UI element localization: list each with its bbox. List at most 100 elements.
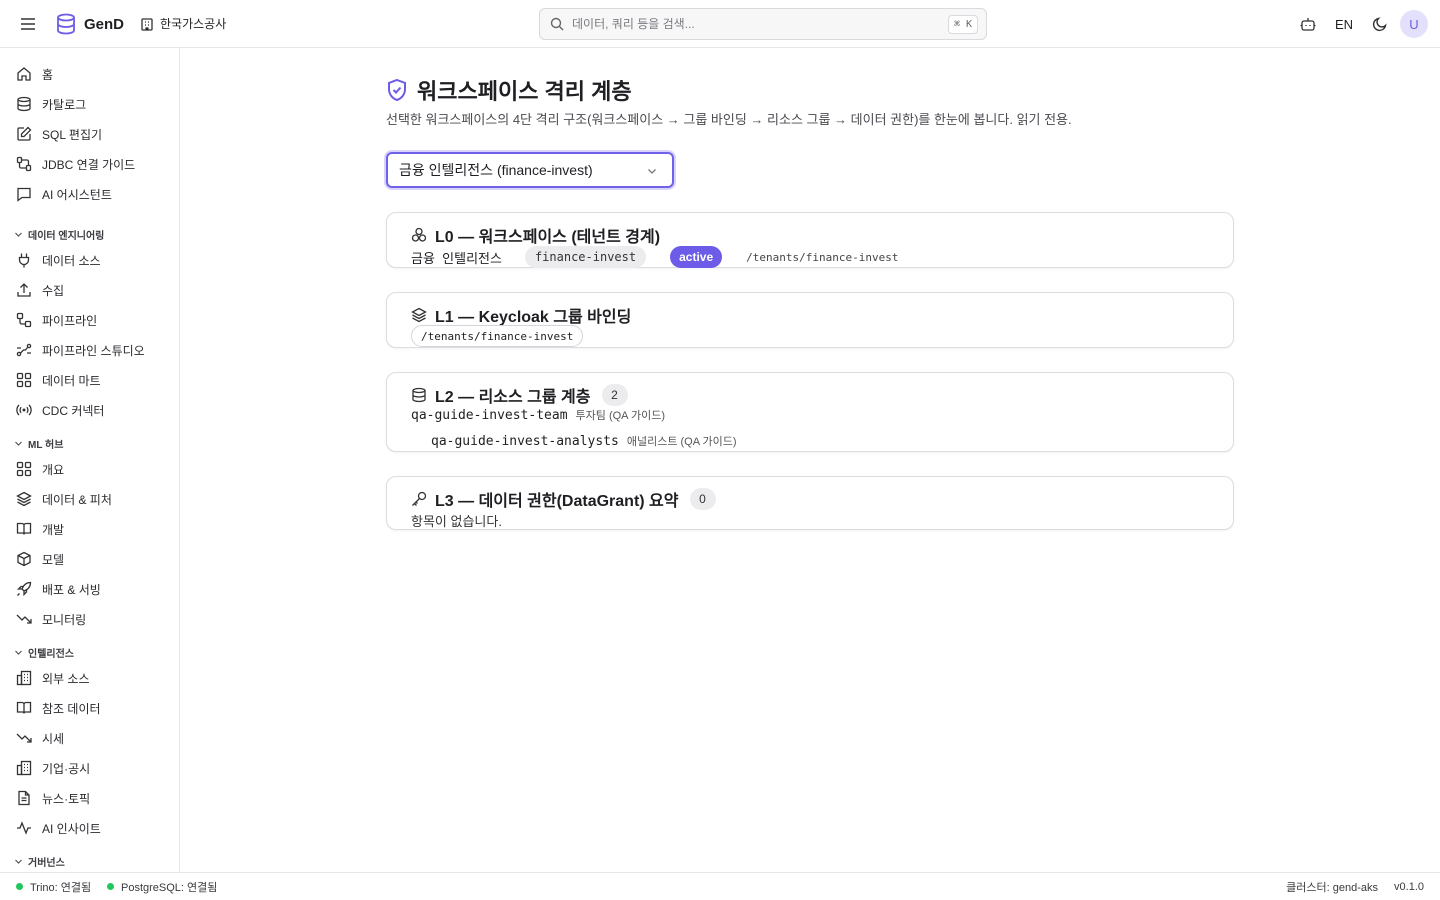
sidebar-item-label: 데이터 마트: [42, 373, 101, 388]
sidebar-item-data-source[interactable]: 데이터 소스: [16, 248, 101, 272]
building-icon: [16, 670, 32, 686]
sidebar-item-jdbc-guide[interactable]: JDBC 연결 가이드: [16, 152, 135, 176]
menu-icon[interactable]: [17, 14, 39, 34]
upload-icon: [17, 283, 31, 297]
sidebar-item-external-source[interactable]: 외부 소스: [16, 666, 90, 690]
section-title: 데이터 엔지니어링: [28, 231, 105, 242]
sidebar-item-overview[interactable]: 개요: [16, 457, 64, 481]
sidebar-item-label: 데이터 & 피처: [42, 492, 112, 507]
shield-check-icon: [388, 78, 406, 102]
chevron-down-icon: [648, 169, 656, 174]
list-item: qa-guide-invest-analysts 애널리스트 (QA 가이드): [431, 433, 737, 449]
section-ml-hub[interactable]: ML 허브: [14, 436, 63, 451]
sidebar-item-label: 카탈로그: [42, 97, 87, 112]
workspace-select[interactable]: 금융 인텔리전스 (finance-invest): [386, 152, 674, 188]
connection-icon: [16, 156, 32, 172]
cluster-name: 클러스터: gend-aks: [1286, 881, 1378, 894]
sidebar-item-ingest[interactable]: 수집: [16, 278, 64, 302]
language-toggle[interactable]: EN: [1335, 17, 1353, 32]
trend-down-icon: [16, 733, 32, 743]
sidebar-item-model[interactable]: 모델: [16, 547, 64, 571]
sidebar-item-cdc-connector[interactable]: CDC 커넥터: [16, 398, 104, 422]
sidebar-item-reference-data[interactable]: 참조 데이터: [16, 696, 101, 720]
sidebar-item-monitoring[interactable]: 모니터링: [16, 607, 86, 631]
sidebar-item-deploy-serving[interactable]: 배포 & 서빙: [16, 577, 101, 601]
page-subtitle: 선택한 워크스페이스의 4단 격리 구조(워크스페이스 → 그룹 바인딩 → 리…: [386, 112, 1072, 127]
sidebar-item-sql-editor[interactable]: SQL 편집기: [16, 122, 102, 146]
sidebar-item-label: 홈: [42, 67, 54, 82]
search-shortcut: ⌘ K: [947, 15, 978, 34]
database-icon: [412, 387, 426, 403]
sidebar-item-ai-insight[interactable]: AI 인사이트: [16, 816, 101, 840]
resource-group-desc: 투자팀 (QA 가이드): [575, 410, 665, 422]
chevron-down-icon: [15, 650, 22, 655]
app-version: v0.1.0: [1394, 880, 1424, 893]
sidebar-item-label: 외부 소스: [42, 671, 90, 686]
sidebar-item-label: 시세: [42, 731, 65, 746]
rocket-icon: [16, 581, 32, 597]
section-governance[interactable]: 거버넌스: [14, 854, 65, 869]
moon-icon[interactable]: [1366, 10, 1394, 38]
sidebar-item-label: CDC 커넥터: [42, 403, 105, 418]
top-bar: GenD 한국가스공사 ⌘ K EN U: [0, 0, 1440, 48]
sidebar-item-label: 배포 & 서빙: [42, 582, 101, 597]
sidebar-item-label: 참조 데이터: [42, 701, 101, 716]
sidebar-item-news-topic[interactable]: 뉴스·토픽: [16, 786, 90, 810]
layers-icon: [411, 307, 427, 323]
section-intelligence[interactable]: 인텔리전스: [14, 645, 74, 660]
org-switcher[interactable]: 한국가스공사: [140, 15, 226, 32]
database-logo-icon: [57, 13, 75, 35]
chevron-down-icon: [15, 441, 22, 446]
book-icon: [16, 701, 32, 714]
grid-icon: [16, 461, 32, 477]
sidebar: 홈 카탈로그 SQL 편집기 JDBC 연결 가이드 AI 어시스턴트 데이터 …: [0, 48, 180, 872]
brand-logo[interactable]: GenD: [56, 13, 124, 35]
sidebar-item-data-features[interactable]: 데이터 & 피처: [16, 487, 112, 511]
sidebar-item-market-price[interactable]: 시세: [16, 726, 64, 750]
sidebar-item-ai-assistant[interactable]: AI 어시스턴트: [16, 182, 112, 206]
sidebar-item-pipeline-studio[interactable]: 파이프라인 스튜디오: [16, 338, 145, 362]
pipeline-icon: [16, 312, 32, 328]
key-icon: [412, 491, 427, 506]
resource-group-name: qa-guide-invest-analysts: [431, 434, 619, 449]
resource-group-desc: 애널리스트 (QA 가이드): [626, 436, 737, 448]
level-card-l1: L1 — Keycloak 그룹 바인딩 /tenants/finance-in…: [386, 292, 1234, 348]
sidebar-item-develop[interactable]: 개발: [16, 517, 64, 541]
sidebar-item-home[interactable]: 홈: [16, 62, 53, 86]
search-icon: [550, 17, 564, 31]
sidebar-item-label: 모델: [42, 552, 65, 567]
building-icon: [16, 760, 32, 776]
section-data-engineering[interactable]: 데이터 엔지니어링: [14, 227, 104, 242]
sidebar-item-label: 개발: [42, 522, 65, 537]
sidebar-item-label: JDBC 연결 가이드: [42, 157, 136, 172]
search-box[interactable]: ⌘ K: [539, 8, 987, 40]
sidebar-item-data-mart[interactable]: 데이터 마트: [16, 368, 101, 392]
boxes-icon: [411, 227, 427, 242]
workspace-name: 금융 인텔리전스: [411, 250, 502, 266]
tenant-path: /tenants/finance-invest: [746, 250, 899, 264]
avatar[interactable]: U: [1400, 10, 1428, 38]
sidebar-item-company-disclosure[interactable]: 기업·공시: [16, 756, 90, 780]
home-icon: [17, 67, 31, 81]
sidebar-item-pipeline[interactable]: 파이프라인: [16, 308, 97, 332]
sidebar-item-label: SQL 편집기: [42, 127, 103, 142]
status-dot: [16, 883, 23, 890]
page-header: 워크스페이스 격리 계층: [386, 74, 632, 106]
workflow-icon: [16, 343, 32, 357]
level-card-l3: L3 — 데이터 권한(DataGrant) 요약 0 항목이 없습니다.: [386, 476, 1234, 530]
level-title: L0 — 워크스페이스 (테넌트 경계): [435, 229, 661, 246]
sidebar-item-label: AI 인사이트: [42, 821, 101, 836]
chat-icon: [17, 187, 31, 202]
status-badge: active: [670, 246, 723, 268]
page-title: 워크스페이스 격리 계층: [417, 79, 632, 104]
building-icon: [141, 17, 153, 31]
search-input[interactable]: [572, 17, 932, 31]
sidebar-item-label: 데이터 소스: [42, 253, 101, 268]
trend-down-icon: [16, 614, 32, 624]
book-icon: [16, 522, 32, 535]
sidebar-item-catalog[interactable]: 카탈로그: [16, 92, 86, 116]
broadcast-icon: [16, 404, 32, 416]
postgres-status-text: PostgreSQL: 연결됨: [121, 881, 218, 894]
bot-icon[interactable]: [1294, 10, 1322, 38]
box-icon: [17, 551, 31, 567]
